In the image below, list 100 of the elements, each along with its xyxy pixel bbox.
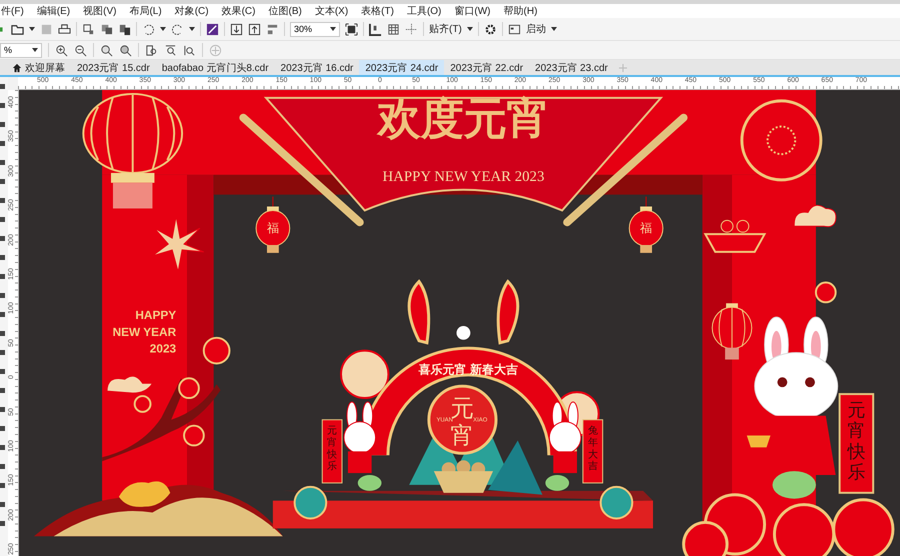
tool-icon[interactable] xyxy=(0,197,6,205)
rulers-icon[interactable] xyxy=(369,22,382,36)
tool-icon[interactable] xyxy=(0,425,6,433)
document-tab[interactable]: 2023元宵 24.cdr xyxy=(359,60,444,75)
dumpling-bowl-drawing xyxy=(434,460,494,493)
zoom-height-icon[interactable] xyxy=(183,44,196,56)
tool-icon[interactable] xyxy=(0,292,6,300)
tool-icon[interactable] xyxy=(0,216,6,224)
zoom-field[interactable]: 30% xyxy=(290,22,340,36)
tool-icon[interactable] xyxy=(0,501,6,509)
window-icon[interactable] xyxy=(508,22,521,36)
zoom-in-icon[interactable] xyxy=(55,44,68,56)
tool-icon[interactable] xyxy=(0,102,6,110)
lantern-character: 福 xyxy=(640,221,652,236)
menu-item[interactable]: 表格(T) xyxy=(361,4,394,18)
import-icon[interactable] xyxy=(230,22,243,36)
guidelines-icon[interactable] xyxy=(405,22,418,36)
tool-icon[interactable] xyxy=(0,159,6,167)
tool-icon[interactable] xyxy=(0,273,6,281)
cloud-drawing xyxy=(794,204,836,228)
fit-page-icon[interactable] xyxy=(345,22,358,36)
wave-ornament xyxy=(772,503,836,556)
tool-icon[interactable] xyxy=(0,254,6,262)
snap-menu-button[interactable]: 贴齐(T) xyxy=(429,22,462,36)
home-icon xyxy=(12,62,22,72)
export-icon[interactable] xyxy=(248,22,261,36)
caret-icon[interactable] xyxy=(29,27,35,31)
copy-icon[interactable] xyxy=(82,22,95,36)
scroll-text: 兔年大吉 xyxy=(588,426,598,472)
caret-icon[interactable] xyxy=(550,27,557,31)
settings-icon[interactable] xyxy=(484,22,497,36)
document-tab[interactable]: baofabao 元宵门头8.cdr xyxy=(156,60,275,75)
tool-icon[interactable] xyxy=(0,178,6,186)
zoom-width-icon[interactable] xyxy=(164,44,177,56)
caret-icon[interactable] xyxy=(160,27,166,31)
menu-item[interactable]: 帮助(H) xyxy=(504,4,538,18)
tool-icon[interactable] xyxy=(0,349,6,357)
launch-menu-button[interactable]: 启动 xyxy=(526,22,546,36)
menu-item[interactable]: 布局(L) xyxy=(129,4,162,18)
tool-icon[interactable] xyxy=(0,520,6,528)
document-tab[interactable]: 2023元宵 23.cdr xyxy=(529,60,614,75)
menu-item[interactable]: 工具(O) xyxy=(406,4,442,18)
graphic-icon[interactable] xyxy=(206,22,219,36)
wave-ornament xyxy=(832,498,894,556)
paste-icon[interactable] xyxy=(118,22,131,36)
menu-item[interactable]: 对象(C) xyxy=(174,4,209,18)
menu-item[interactable]: 文本(X) xyxy=(314,4,348,18)
menu-item[interactable]: 件(F) xyxy=(1,4,24,18)
print-icon[interactable] xyxy=(58,22,71,36)
folder-icon[interactable] xyxy=(11,22,24,36)
tool-icon[interactable] xyxy=(0,311,6,319)
tool-icon[interactable] xyxy=(0,406,6,414)
zoom-all-icon[interactable] xyxy=(119,44,132,56)
tool-icon[interactable] xyxy=(0,482,6,490)
tool-icon[interactable] xyxy=(0,83,6,91)
cloud-drawing xyxy=(340,350,390,400)
caret-icon[interactable] xyxy=(466,27,473,31)
lantern-drawing xyxy=(256,196,290,253)
menu-item[interactable]: 视图(V) xyxy=(83,4,116,18)
grid-icon[interactable] xyxy=(387,22,400,36)
document-tab[interactable]: 2023元宵 15.cdr xyxy=(71,60,156,75)
dropdown-icon[interactable] xyxy=(330,27,336,31)
lantern-drawing xyxy=(712,303,752,360)
menu-item[interactable]: 效果(C) xyxy=(222,4,256,18)
title-text: 欢度元宵 xyxy=(377,94,550,144)
pillar-greeting-text: HAPPY NEW YEAR 2023 xyxy=(112,308,176,356)
document-tab[interactable]: 欢迎屏幕 xyxy=(6,60,71,75)
menu-item[interactable]: 窗口(W) xyxy=(454,4,491,18)
wave-ornament xyxy=(600,486,634,520)
document-tab[interactable]: 2023元宵 22.cdr xyxy=(444,60,530,75)
menu-item[interactable]: 编辑(E) xyxy=(36,4,70,18)
tool-icon[interactable] xyxy=(0,235,6,243)
plum-blossom xyxy=(814,282,837,304)
dropdown-icon[interactable] xyxy=(32,48,38,52)
banner-text: HAPPY NEW YEAR 2023 xyxy=(382,168,544,185)
tool-icon[interactable] xyxy=(0,463,6,471)
tool-icon[interactable] xyxy=(0,330,6,338)
medallion xyxy=(427,384,498,455)
menu-item[interactable]: 位图(B) xyxy=(268,4,302,18)
bowl-drawing xyxy=(704,220,766,253)
duplicate-icon[interactable] xyxy=(100,22,113,36)
undo-icon[interactable] xyxy=(142,22,155,36)
zoom-out-icon[interactable] xyxy=(74,44,87,56)
zoom-page-icon[interactable] xyxy=(145,44,158,56)
lantern-character: 福 xyxy=(266,221,279,236)
arch-greeting-text: 喜乐元宵 新春大吉 xyxy=(418,362,518,376)
tool-icon[interactable] xyxy=(0,368,6,376)
ingot-drawing xyxy=(118,481,170,507)
plum-blossom xyxy=(202,336,230,364)
zoom-selected-icon[interactable] xyxy=(100,44,113,56)
caret-icon[interactable] xyxy=(189,27,195,31)
redo-icon[interactable] xyxy=(171,22,184,36)
tool-icon[interactable] xyxy=(0,121,6,129)
rabbit-ear xyxy=(408,280,430,344)
rabbit-head xyxy=(456,326,470,340)
document-tab[interactable]: 2023元宵 16.cdr xyxy=(274,60,360,75)
tool-icon[interactable] xyxy=(0,444,6,452)
tool-icon[interactable] xyxy=(0,387,6,395)
zoom-level-field[interactable]: % xyxy=(0,42,42,58)
tool-icon[interactable] xyxy=(0,140,6,148)
